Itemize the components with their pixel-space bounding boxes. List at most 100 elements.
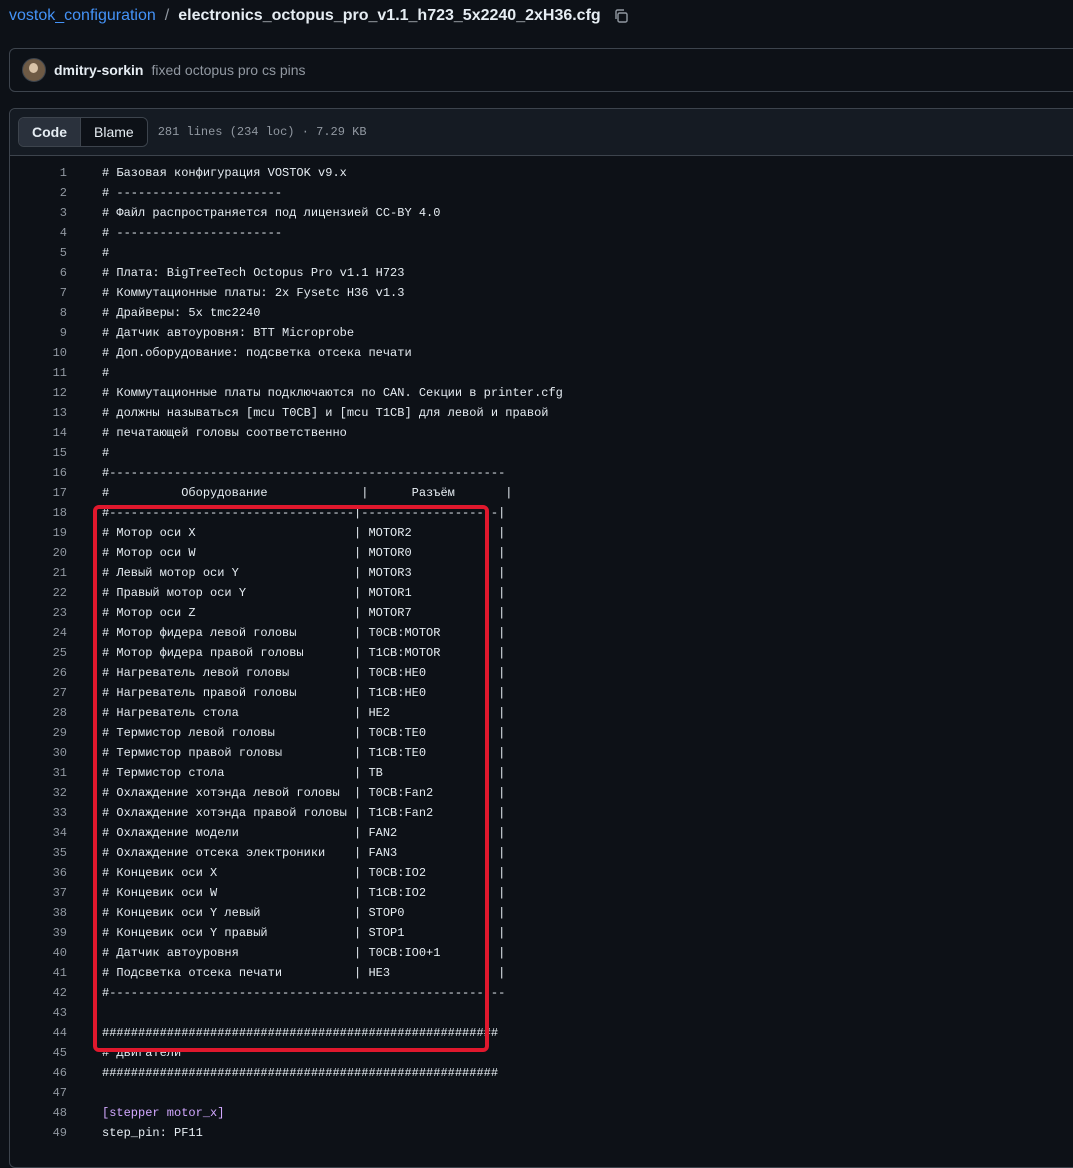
line-number[interactable]: 45 <box>10 1043 67 1063</box>
commit-message-link[interactable]: fixed octopus pro cs pins <box>151 62 305 78</box>
line-number[interactable]: 15 <box>10 443 67 463</box>
line-number[interactable]: 9 <box>10 323 67 343</box>
code-listing[interactable]: 1 # Базовая конфигурация VOSTOK v9.x 2 # --… <box>10 156 1073 1143</box>
code-text: # Охлаждение отсека электроники | FAN3 | <box>102 846 506 860</box>
copy-icon[interactable] <box>613 8 629 24</box>
code-line: 14 # печатающей головы соответственно <box>10 423 1073 443</box>
code-text: ########################################… <box>102 1066 499 1080</box>
code-text: # Плата: BigTreeTech Octopus Pro v1.1 H7… <box>102 266 405 280</box>
line-number[interactable]: 46 <box>10 1063 67 1083</box>
line-number[interactable]: 48 <box>10 1103 67 1123</box>
code-line: 37 # Концевик оси W | T1CB:IO2 | <box>10 883 1073 903</box>
code-text: # должны называться [mcu T0CB] и [mcu T1… <box>102 406 549 420</box>
avatar[interactable] <box>22 58 46 82</box>
line-number[interactable]: 6 <box>10 263 67 283</box>
code-line: 36 # Концевик оси X | T0CB:IO2 | <box>10 863 1073 883</box>
line-number[interactable]: 31 <box>10 763 67 783</box>
line-number[interactable]: 16 <box>10 463 67 483</box>
code-line: 34 # Охлаждение модели | FAN2 | <box>10 823 1073 843</box>
breadcrumb: vostok_configuration / electronics_octop… <box>9 4 629 28</box>
line-number[interactable]: 44 <box>10 1023 67 1043</box>
line-number[interactable]: 41 <box>10 963 67 983</box>
code-text: # <box>102 446 110 460</box>
line-number[interactable]: 17 <box>10 483 67 503</box>
code-text: # Термистор правой головы | T1CB:TE0 | <box>102 746 506 760</box>
code-text: # печатающей головы соответственно <box>102 426 347 440</box>
code-text: # Охлаждение хотэнда левой головы | T0CB… <box>102 786 506 800</box>
file-info: 281 lines (234 loc) · 7.29 KB <box>157 125 367 139</box>
commit-author-link[interactable]: dmitry-sorkin <box>54 62 143 78</box>
file-viewer: Code Blame 281 lines (234 loc) · 7.29 KB… <box>9 108 1073 1168</box>
code-line: 45 # Двигатели <box>10 1043 1073 1063</box>
line-number[interactable]: 42 <box>10 983 67 1003</box>
line-number[interactable]: 22 <box>10 583 67 603</box>
code-line: 9 # Датчик автоуровня: BTT Microprobe <box>10 323 1073 343</box>
line-number[interactable]: 26 <box>10 663 67 683</box>
latest-commit-bar: dmitry-sorkin fixed octopus pro cs pins <box>9 48 1073 92</box>
line-number[interactable]: 14 <box>10 423 67 443</box>
line-number[interactable]: 47 <box>10 1083 67 1103</box>
code-line: 41 # Подсветка отсека печати | HE3 | <box>10 963 1073 983</box>
code-line: 20 # Мотор оси W | MOTOR0 | <box>10 543 1073 563</box>
code-line: 25 # Мотор фидера правой головы | T1CB:MO… <box>10 643 1073 663</box>
code-line: 47 <box>10 1083 1073 1103</box>
line-number[interactable]: 12 <box>10 383 67 403</box>
code-text: #---------------------------------------… <box>102 466 506 480</box>
code-line: 3 # Файл распространяется под лицензией C… <box>10 203 1073 223</box>
code-text: # <box>102 246 110 260</box>
line-number[interactable]: 2 <box>10 183 67 203</box>
line-number[interactable]: 40 <box>10 943 67 963</box>
code-text: #---------------------------------------… <box>102 986 506 1000</box>
line-number[interactable]: 36 <box>10 863 67 883</box>
code-tab[interactable]: Code <box>19 118 81 146</box>
code-line: 12 # Коммутационные платы подключаются по… <box>10 383 1073 403</box>
line-number[interactable]: 28 <box>10 703 67 723</box>
code-line: 44 ######################################… <box>10 1023 1073 1043</box>
line-number[interactable]: 5 <box>10 243 67 263</box>
line-number[interactable]: 23 <box>10 603 67 623</box>
code-line: 11 # <box>10 363 1073 383</box>
line-number[interactable]: 35 <box>10 843 67 863</box>
code-line: 43 <box>10 1003 1073 1023</box>
line-number[interactable]: 37 <box>10 883 67 903</box>
line-number[interactable]: 21 <box>10 563 67 583</box>
line-number[interactable]: 24 <box>10 623 67 643</box>
line-number[interactable]: 13 <box>10 403 67 423</box>
code-line: 35 # Охлаждение отсека электроники | FAN3… <box>10 843 1073 863</box>
code-text: # Драйверы: 5x tmc2240 <box>102 306 261 320</box>
code-text: # Правый мотор оси Y | MOTOR1 | <box>102 586 506 600</box>
code-text: # Нагреватель стола | HE2 | <box>102 706 506 720</box>
line-number[interactable]: 7 <box>10 283 67 303</box>
line-number[interactable]: 49 <box>10 1123 67 1143</box>
line-number[interactable]: 20 <box>10 543 67 563</box>
code-text: # Коммутационные платы подключаются по C… <box>102 386 563 400</box>
line-number[interactable]: 43 <box>10 1003 67 1023</box>
line-number[interactable]: 3 <box>10 203 67 223</box>
line-number[interactable]: 11 <box>10 363 67 383</box>
line-number[interactable]: 39 <box>10 923 67 943</box>
code-line: 29 # Термистор левой головы | T0CB:TE0 | <box>10 723 1073 743</box>
file-header: Code Blame 281 lines (234 loc) · 7.29 KB <box>10 109 1073 156</box>
line-number[interactable]: 34 <box>10 823 67 843</box>
repo-link[interactable]: vostok_configuration <box>9 7 156 25</box>
line-number[interactable]: 19 <box>10 523 67 543</box>
line-number[interactable]: 25 <box>10 643 67 663</box>
blame-tab[interactable]: Blame <box>81 118 147 146</box>
code-line: 33 # Охлаждение хотэнда правой головы | T… <box>10 803 1073 823</box>
code-line: 8 # Драйверы: 5x tmc2240 <box>10 303 1073 323</box>
code-text: # Охлаждение модели | FAN2 | <box>102 826 506 840</box>
code-line: 2 # ----------------------- <box>10 183 1073 203</box>
line-number[interactable]: 18 <box>10 503 67 523</box>
line-number[interactable]: 1 <box>10 163 67 183</box>
line-number[interactable]: 30 <box>10 743 67 763</box>
line-number[interactable]: 10 <box>10 343 67 363</box>
line-number[interactable]: 8 <box>10 303 67 323</box>
code-text: # Охлаждение хотэнда правой головы | T1C… <box>102 806 506 820</box>
line-number[interactable]: 29 <box>10 723 67 743</box>
line-number[interactable]: 32 <box>10 783 67 803</box>
line-number[interactable]: 38 <box>10 903 67 923</box>
line-number[interactable]: 33 <box>10 803 67 823</box>
line-number[interactable]: 27 <box>10 683 67 703</box>
code-text: # Оборудование | Разъём | <box>102 486 513 500</box>
line-number[interactable]: 4 <box>10 223 67 243</box>
